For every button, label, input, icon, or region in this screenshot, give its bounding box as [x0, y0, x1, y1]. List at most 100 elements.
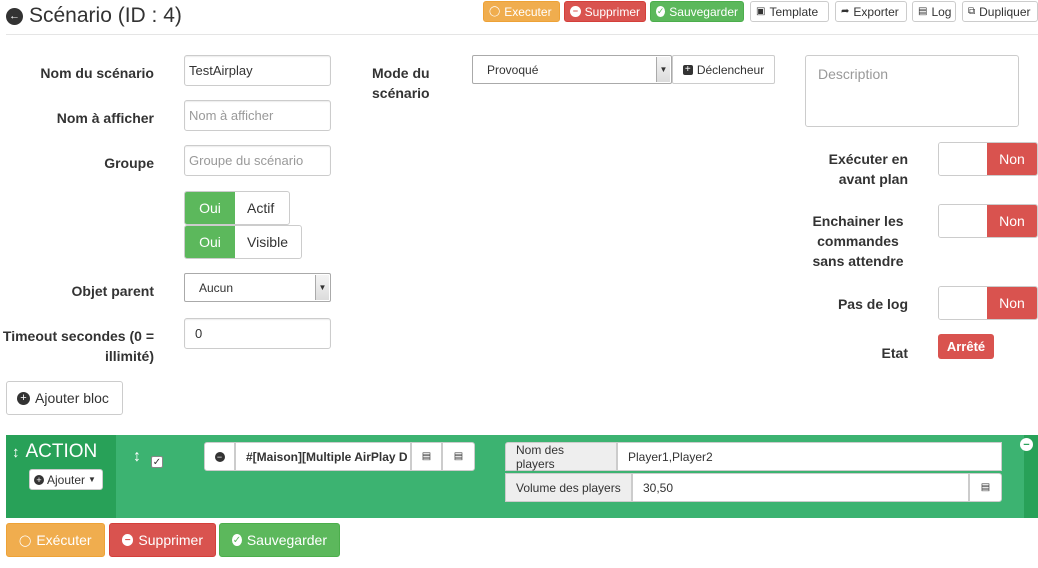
footer-delete-button[interactable]: − Supprimer: [109, 523, 216, 557]
chevron-down-icon: ▼: [315, 275, 329, 300]
action-title: ACTION: [25, 441, 98, 462]
command-input[interactable]: #[Maison][Multiple AirPlay D: [235, 442, 411, 471]
page-title-text: Scénario (ID : 4): [29, 4, 182, 27]
switch-blank: [939, 205, 987, 237]
cubes-icon: ▣: [756, 5, 766, 17]
remove-block-icon[interactable]: −: [1020, 438, 1033, 451]
page-title: ← Scénario (ID : 4): [6, 4, 182, 28]
group-input[interactable]: Groupe du scénario: [184, 145, 331, 176]
minus-circle-icon: −: [122, 534, 134, 546]
execute-label: Executer: [504, 4, 552, 19]
mode-select[interactable]: Provoqué ▼: [472, 55, 672, 84]
move-vertical-icon[interactable]: ↕: [133, 448, 141, 466]
foreground-label: Exécuter en avant plan: [828, 151, 908, 187]
description-placeholder: Description: [818, 66, 889, 82]
log-label: Log: [931, 4, 952, 19]
duplicate-label: Dupliquer: [979, 4, 1031, 19]
template-label: Template: [769, 4, 819, 19]
active-on-label: Oui: [185, 192, 235, 224]
volume-input[interactable]: 30,50: [632, 473, 969, 502]
list-alt-icon: ▤: [421, 451, 432, 462]
move-vertical-icon[interactable]: ↕: [12, 444, 20, 461]
share-icon: ➦: [841, 5, 850, 17]
remove-action-button[interactable]: −: [204, 442, 235, 471]
foreground-value: Non: [987, 143, 1037, 175]
copy-icon: ⧉: [968, 5, 976, 17]
footer-save-button[interactable]: ✓ Sauvegarder: [219, 523, 340, 557]
scenario-name-input[interactable]: TestAirplay: [184, 55, 331, 86]
mode-label: Mode du scénario: [372, 65, 430, 101]
gamepad-icon: ◯: [489, 5, 501, 17]
divider: [6, 34, 1038, 35]
command-select-button[interactable]: ▤: [411, 442, 442, 471]
visible-toggle[interactable]: Oui Visible: [184, 225, 302, 259]
timeout-input[interactable]: 0: [184, 318, 331, 349]
enable-checkbox[interactable]: ✓: [151, 456, 163, 468]
group-label: Groupe: [104, 155, 154, 171]
active-label: Actif: [235, 192, 287, 224]
delete-label: Supprimer: [584, 4, 640, 19]
name-label: Nom du scénario: [40, 65, 154, 81]
gamepad-icon: ◯: [19, 534, 32, 547]
visible-label: Visible: [235, 226, 300, 258]
no-log-label: Pas de log: [837, 296, 908, 312]
parent-object-label: Objet parent: [71, 283, 154, 299]
chain-switch[interactable]: Non: [938, 204, 1038, 238]
log-button[interactable]: ▤ Log: [912, 1, 956, 22]
check-circle-icon: ✓: [232, 534, 242, 546]
volume-options-button[interactable]: ▤: [969, 473, 1002, 502]
parent-object-value: Aucun: [199, 280, 234, 295]
back-arrow-icon[interactable]: ←: [6, 7, 23, 25]
plus-circle-icon: +: [34, 474, 44, 485]
description-textarea[interactable]: Description: [805, 55, 1019, 127]
execute-button[interactable]: ◯ Executer: [483, 1, 560, 22]
timeout-label: Timeout secondes (0 = illimité): [2, 328, 154, 364]
add-block-button[interactable]: + Ajouter bloc: [6, 381, 123, 415]
add-action-label: Ajouter: [47, 472, 86, 487]
players-input[interactable]: Player1,Player2: [617, 442, 1002, 471]
plus-square-icon: +: [682, 64, 693, 75]
no-log-switch[interactable]: Non: [938, 286, 1038, 320]
volume-label: Volume des players: [505, 473, 632, 502]
export-button[interactable]: ➦ Exporter: [835, 1, 907, 22]
save-button[interactable]: ✓ Sauvegarder: [650, 1, 744, 22]
switch-blank: [939, 287, 987, 319]
list-icon: ▤: [980, 482, 991, 493]
visible-on-label: Oui: [185, 226, 235, 258]
footer-delete-label: Supprimer: [138, 532, 203, 548]
footer-execute-button[interactable]: ◯ Exécuter: [6, 523, 105, 557]
action-block: ↕ ACTION + Ajouter ▼ ↕ ✓ − #[Maison][Mul…: [6, 435, 1038, 518]
switch-blank: [939, 143, 987, 175]
chevron-down-icon: ▼: [656, 57, 670, 82]
action-header: ↕ ACTION: [12, 441, 97, 463]
delete-button[interactable]: − Supprimer: [564, 1, 646, 22]
command-options-button[interactable]: ▤: [442, 442, 475, 471]
footer-execute-label: Exécuter: [36, 532, 92, 548]
no-log-value: Non: [987, 287, 1037, 319]
add-action-dropdown[interactable]: + Ajouter ▼: [29, 469, 103, 490]
players-label: Nom des players: [505, 442, 617, 471]
active-toggle[interactable]: Oui Actif: [184, 191, 290, 225]
state-label: Etat: [881, 345, 908, 361]
template-button[interactable]: ▣ Template: [750, 1, 829, 22]
check-circle-icon: ✓: [656, 6, 666, 17]
plus-circle-icon: +: [17, 391, 30, 405]
mode-value: Provoqué: [487, 62, 539, 77]
duplicate-button[interactable]: ⧉ Dupliquer: [962, 1, 1038, 22]
trigger-button[interactable]: + Déclencheur: [672, 55, 775, 84]
chain-label: Enchainer les commandes sans attendre: [812, 213, 904, 269]
state-badge: Arrêté: [938, 334, 994, 359]
display-name-input[interactable]: Nom à afficher: [184, 100, 331, 131]
minus-circle-icon: −: [214, 451, 225, 462]
footer-save-label: Sauvegarder: [246, 532, 327, 548]
trigger-label: Déclencheur: [696, 62, 765, 77]
minus-circle-icon: −: [570, 6, 581, 17]
export-label: Exporter: [853, 4, 899, 19]
add-block-label: Ajouter bloc: [35, 390, 109, 406]
foreground-switch[interactable]: Non: [938, 142, 1038, 176]
display-name-label: Nom à afficher: [56, 110, 154, 126]
file-icon: ▤: [918, 5, 928, 17]
parent-object-select[interactable]: Aucun ▼: [184, 273, 331, 302]
save-label: Sauvegarder: [669, 4, 738, 19]
list-icon: ▤: [453, 451, 464, 462]
